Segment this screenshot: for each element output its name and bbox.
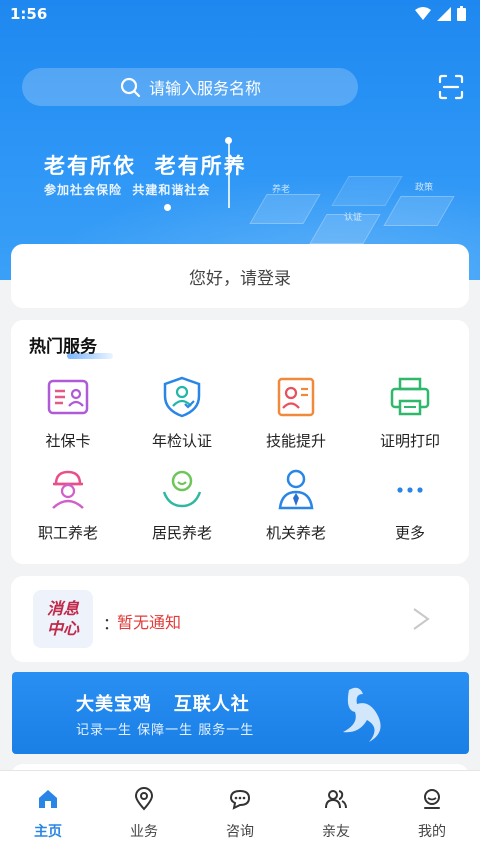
- status-icons: [415, 6, 466, 21]
- service-more[interactable]: 更多: [353, 466, 467, 543]
- tab-label: 业务: [130, 824, 158, 840]
- iso-label: 认证: [344, 213, 363, 223]
- iso-block: [331, 176, 403, 206]
- tab-label: 主页: [34, 824, 62, 840]
- banner-title: 老有所依 老有所养: [44, 154, 247, 178]
- message-center-card[interactable]: 消息 中心 ： 暂无通知: [11, 576, 469, 662]
- certificate-icon: [277, 377, 315, 417]
- service-skill-upgrade[interactable]: 技能提升: [239, 374, 353, 451]
- search-icon: [120, 77, 141, 98]
- chat-icon: [229, 789, 251, 810]
- status-bar: 1:56: [0, 0, 480, 28]
- banner-dot: [225, 137, 232, 144]
- friends-icon: [325, 790, 347, 809]
- service-annual-cert[interactable]: 年检认证: [125, 374, 239, 451]
- chevron-right-icon: [413, 608, 430, 630]
- home-icon: [39, 790, 57, 808]
- location-icon: [134, 787, 154, 811]
- service-label: 年检认证: [151, 432, 212, 450]
- service-label: 证明打印: [379, 432, 440, 450]
- iso-label: 养老: [272, 185, 291, 195]
- status-time: 1:56: [10, 5, 48, 23]
- id-card-icon: [47, 379, 89, 415]
- battery-icon: [457, 6, 466, 21]
- tab-label: 我的: [418, 824, 446, 840]
- tab-label: 咨询: [226, 824, 254, 840]
- tab-home[interactable]: 主页: [0, 787, 96, 841]
- service-label: 居民养老: [151, 524, 212, 542]
- iso-block: [249, 194, 321, 224]
- service-social-card[interactable]: 社保卡: [11, 374, 125, 451]
- profile-icon: [424, 789, 440, 809]
- message-center-badge: 消息 中心: [33, 590, 93, 648]
- iso-block: [309, 214, 381, 244]
- printer-icon: [390, 377, 430, 416]
- promo-subtitle: 记录一生 保障一生 服务一生: [76, 723, 255, 738]
- iso-block: [383, 196, 455, 226]
- iso-label: 政策: [415, 183, 434, 193]
- tab-business[interactable]: 业务: [96, 787, 192, 841]
- shield-face-icon: [163, 376, 201, 418]
- badge-line2: 中心: [46, 619, 79, 638]
- message-status: 暂无通知: [117, 613, 182, 632]
- official-tie-icon: [278, 469, 314, 510]
- promo-title: 大美宝鸡 互联人社: [76, 694, 250, 715]
- hero-header: 养老 认证 政策 老有所依 老有所养 参加社会保险 共建和谐社会: [0, 0, 480, 280]
- service-label: 社保卡: [45, 432, 91, 450]
- tab-label: 亲友: [322, 824, 350, 840]
- service-label: 机关养老: [265, 524, 326, 542]
- signal-icon: [437, 6, 451, 21]
- scan-icon[interactable]: [438, 74, 464, 100]
- banner-subtitle: 参加社会保险 共建和谐社会: [44, 183, 211, 197]
- service-worker-pension[interactable]: 职工养老: [11, 466, 125, 543]
- worker-helmet-icon: [52, 470, 84, 509]
- service-label: 更多: [394, 524, 425, 542]
- login-card[interactable]: 您好，请登录: [11, 244, 469, 308]
- bottom-tab-bar: 主页 业务 咨询 亲友 我的: [0, 770, 480, 854]
- phoenix-logo-icon: [343, 687, 381, 742]
- tab-consult[interactable]: 咨询: [192, 787, 288, 841]
- service-official-pension[interactable]: 机关养老: [239, 466, 353, 543]
- badge-line1: 消息: [46, 599, 79, 618]
- search-placeholder: 请输入服务名称: [148, 79, 261, 98]
- resident-hands-icon: [162, 470, 202, 508]
- hot-services-card: 热门服务 社保卡 年检认证 技能提升 证明打印 职工养老 居民养老 机关养老 更…: [11, 320, 469, 564]
- service-label: 职工养老: [37, 524, 98, 542]
- wifi-icon: [415, 6, 431, 20]
- service-resident-pension[interactable]: 居民养老: [125, 466, 239, 543]
- more-dots-icon: [397, 487, 423, 493]
- service-label: 技能提升: [265, 432, 326, 450]
- promo-banner[interactable]: 大美宝鸡 互联人社 记录一生 保障一生 服务一生: [12, 672, 469, 754]
- tab-friends[interactable]: 亲友: [288, 787, 384, 841]
- hot-services-title: 热门服务: [29, 337, 97, 357]
- service-cert-print[interactable]: 证明打印: [353, 374, 467, 451]
- tab-mine[interactable]: 我的: [384, 787, 480, 841]
- login-prompt: 您好，请登录: [189, 268, 291, 289]
- banner-dot: [164, 204, 171, 211]
- search-bar[interactable]: 请输入服务名称: [22, 68, 358, 106]
